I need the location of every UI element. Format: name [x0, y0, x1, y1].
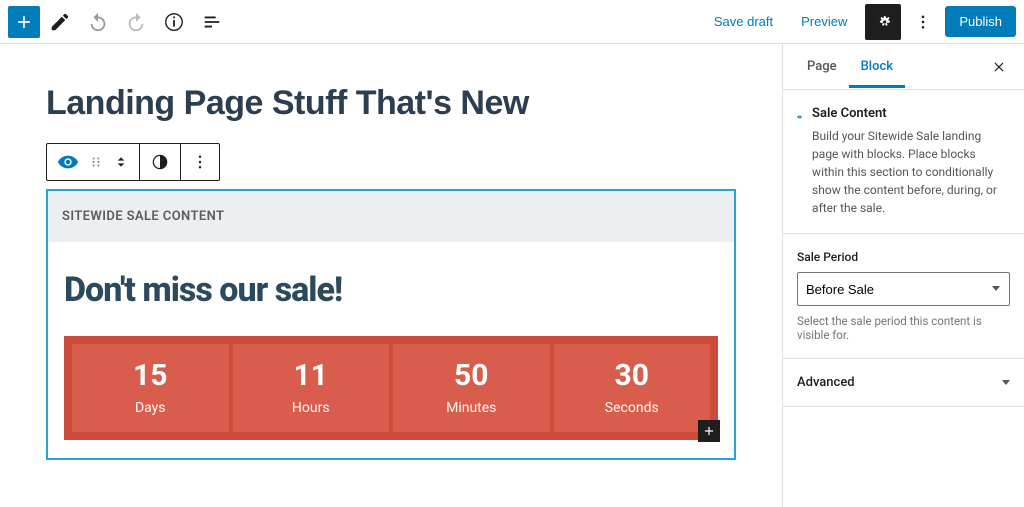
block-type-button[interactable] — [47, 144, 139, 180]
settings-toggle-button[interactable] — [865, 4, 901, 40]
block-align-button[interactable] — [139, 144, 180, 180]
undo-icon — [87, 11, 109, 33]
countdown-minutes-value: 50 — [401, 358, 542, 394]
countdown-seconds-label: Seconds — [562, 400, 703, 416]
dots-vertical-icon — [914, 13, 932, 31]
tab-block[interactable]: Block — [849, 45, 905, 88]
tab-page[interactable]: Page — [795, 45, 849, 88]
more-options-button[interactable] — [909, 4, 937, 40]
countdown-seconds-value: 30 — [562, 358, 703, 394]
countdown-timer[interactable]: 15 Days 11 Hours 50 Minutes 30 Seconds — [64, 336, 718, 440]
list-icon — [201, 11, 223, 33]
chevron-down-icon — [1002, 380, 1010, 385]
sale-heading[interactable]: Don't miss our sale! — [64, 270, 718, 310]
sale-period-label: Sale Period — [797, 250, 1010, 264]
editor-canvas[interactable]: Landing Page Stuff That's New SITEWIDE S… — [0, 44, 782, 507]
advanced-label: Advanced — [797, 375, 855, 390]
add-block-button[interactable] — [8, 6, 40, 38]
edit-mode-button[interactable] — [42, 4, 78, 40]
publish-button[interactable]: Publish — [945, 6, 1016, 37]
preview-button[interactable]: Preview — [791, 8, 857, 35]
sale-block-header: SITEWIDE SALE CONTENT — [48, 191, 734, 242]
outline-button[interactable] — [194, 4, 230, 40]
advanced-panel-toggle[interactable]: Advanced — [783, 359, 1024, 407]
countdown-days: 15 Days — [72, 344, 229, 432]
countdown-minutes-label: Minutes — [401, 400, 542, 416]
countdown-seconds: 30 Seconds — [554, 344, 711, 432]
sale-period-panel: Sale Period Before Sale Select the sale … — [783, 234, 1024, 359]
details-button[interactable] — [156, 4, 192, 40]
block-toolbar — [46, 143, 220, 181]
block-info-panel: Sale Content Build your Sitewide Sale la… — [783, 90, 1024, 234]
eye-icon — [797, 107, 802, 127]
gear-icon — [873, 12, 893, 32]
countdown-hours-value: 11 — [241, 358, 382, 394]
redo-button[interactable] — [118, 4, 154, 40]
countdown-days-value: 15 — [80, 358, 221, 394]
redo-icon — [125, 11, 147, 33]
block-more-button[interactable] — [180, 144, 219, 180]
countdown-minutes: 50 Minutes — [393, 344, 550, 432]
block-appender-button[interactable] — [698, 420, 720, 442]
drag-icon — [89, 155, 103, 169]
close-icon — [992, 60, 1006, 74]
block-info-title: Sale Content — [812, 106, 1010, 121]
save-draft-button[interactable]: Save draft — [704, 8, 783, 35]
close-sidebar-button[interactable] — [986, 56, 1012, 78]
dots-vertical-icon — [191, 153, 209, 171]
countdown-hours-label: Hours — [241, 400, 382, 416]
eye-icon — [57, 151, 79, 173]
block-info-description: Build your Sitewide Sale landing page wi… — [812, 127, 1010, 217]
page-title[interactable]: Landing Page Stuff That's New — [46, 84, 736, 123]
countdown-days-label: Days — [80, 400, 221, 416]
countdown-hours: 11 Hours — [233, 344, 390, 432]
sale-content-block[interactable]: SITEWIDE SALE CONTENT Don't miss our sal… — [46, 189, 736, 460]
pencil-icon — [49, 11, 71, 33]
half-circle-icon — [150, 152, 170, 172]
settings-sidebar: Page Block Sale Content Build your Sitew… — [782, 44, 1024, 507]
editor-topbar: Save draft Preview Publish — [0, 0, 1024, 44]
undo-button[interactable] — [80, 4, 116, 40]
info-icon — [163, 11, 185, 33]
plus-icon — [702, 424, 716, 438]
sale-period-help: Select the sale period this content is v… — [797, 314, 1010, 342]
plus-icon — [14, 12, 34, 32]
move-icon — [113, 152, 129, 172]
sale-period-select[interactable]: Before Sale — [797, 272, 1010, 306]
